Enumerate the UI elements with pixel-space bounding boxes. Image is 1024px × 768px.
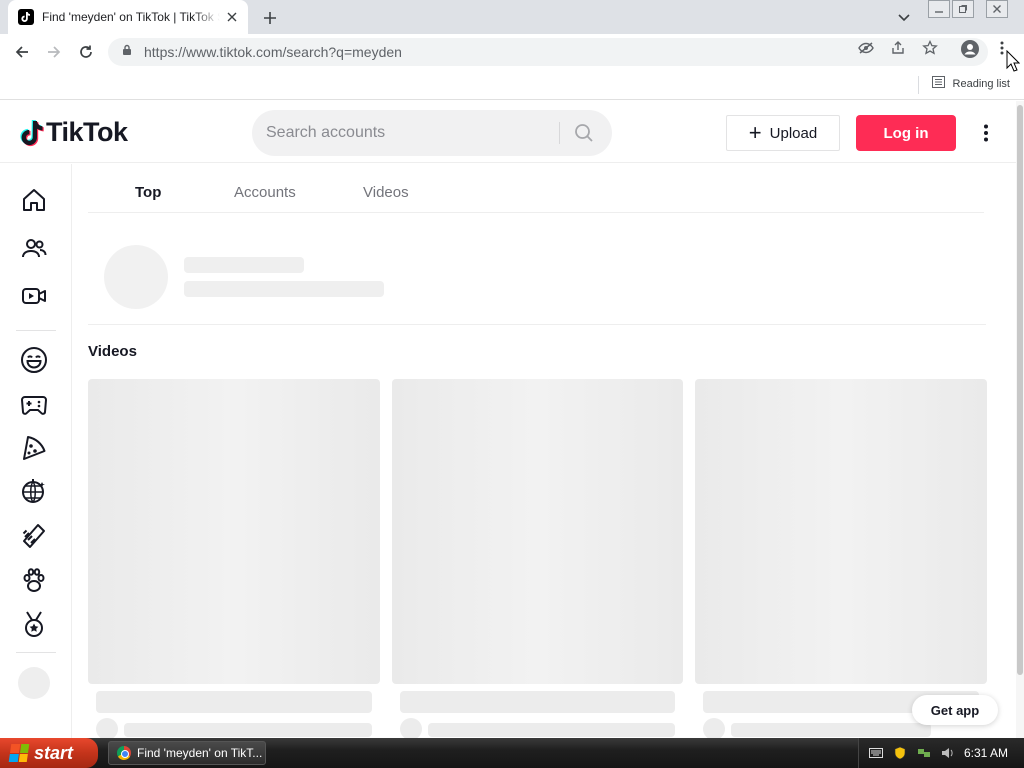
account-name-placeholder <box>184 257 304 273</box>
mouse-cursor-icon <box>1006 49 1021 72</box>
animals-icon[interactable] <box>18 564 50 596</box>
sidebar-divider <box>16 652 56 653</box>
scrollbar-thumb[interactable] <box>1017 105 1023 675</box>
back-button[interactable] <box>10 40 34 64</box>
taskbar-chrome-window[interactable]: Find 'meyden' on TikT... <box>108 741 266 765</box>
lock-icon[interactable] <box>122 43 132 61</box>
search-button[interactable] <box>572 121 596 145</box>
bookmarks-divider <box>918 76 919 94</box>
login-button[interactable]: Log in <box>856 115 956 151</box>
search-input[interactable] <box>266 124 546 142</box>
browser-tabstrip: Find 'meyden' on TikTok | TikTok Search <box>0 0 1024 34</box>
profile-avatar-icon[interactable] <box>960 39 980 59</box>
windows-logo-icon <box>8 744 30 762</box>
sidebar <box>0 164 72 738</box>
close-tab-icon[interactable] <box>224 9 240 25</box>
video-author-placeholder <box>731 723 931 737</box>
video-caption-placeholder <box>96 691 372 713</box>
search-divider <box>559 122 560 144</box>
videos-heading: Videos <box>88 343 137 360</box>
home-icon[interactable] <box>18 184 50 216</box>
video-author-avatar-placeholder <box>96 718 118 738</box>
reload-button[interactable] <box>74 40 98 64</box>
network-icon[interactable] <box>917 746 931 760</box>
search-icon <box>575 124 593 142</box>
video-card-placeholder[interactable] <box>695 379 987 684</box>
get-app-button[interactable]: Get app <box>912 695 998 725</box>
forward-button[interactable] <box>42 40 66 64</box>
video-author-avatar-placeholder <box>400 718 422 738</box>
plus-icon: + <box>748 120 762 145</box>
bookmarks-bar: Reading list <box>0 70 1024 100</box>
tiktok-page: TikTok + Upload Log in <box>0 101 1024 738</box>
clock: 6:31 AM <box>963 746 1008 760</box>
bookmark-star-icon[interactable] <box>922 40 938 56</box>
new-tab-button[interactable] <box>258 6 282 30</box>
video-author-placeholder <box>124 723 372 737</box>
video-author-avatar-placeholder <box>703 718 725 738</box>
start-label: start <box>34 742 74 763</box>
video-card-placeholder[interactable] <box>392 379 683 684</box>
video-author-placeholder <box>428 723 675 737</box>
tab-videos[interactable]: Videos <box>363 184 409 201</box>
tiktok-favicon-icon <box>18 9 34 25</box>
url-text: https://www.tiktok.com/search?q=meyden <box>144 44 402 60</box>
search-tabs: Top Accounts Videos <box>88 164 984 213</box>
upload-label: Upload <box>769 124 818 142</box>
start-button[interactable]: start <box>0 738 98 768</box>
taskbar-window-label: Find 'meyden' on TikT... <box>137 746 263 760</box>
reading-list-button[interactable]: Reading list <box>931 76 1010 91</box>
tab-search-chevron-icon[interactable] <box>894 8 914 28</box>
upload-button[interactable]: + Upload <box>726 115 840 151</box>
security-shield-icon[interactable] <box>893 746 907 760</box>
dance-icon[interactable] <box>18 476 50 508</box>
section-divider <box>88 324 986 325</box>
account-avatar-placeholder <box>104 245 168 309</box>
tab-top[interactable]: Top <box>135 184 161 201</box>
restore-window-button[interactable] <box>952 0 974 18</box>
logo-text: TikTok <box>46 117 128 147</box>
taskbar: start Find 'meyden' on TikT... 6:31 AM <box>0 738 1024 768</box>
comedy-icon[interactable] <box>18 344 50 376</box>
reading-list-icon <box>931 76 945 91</box>
tiktok-note-icon <box>20 119 44 146</box>
page-scrollbar[interactable] <box>1016 101 1024 738</box>
sports-icon[interactable] <box>18 608 50 640</box>
browser-tab[interactable]: Find 'meyden' on TikTok | TikTok Search <box>8 0 248 34</box>
video-card-placeholder[interactable] <box>88 379 380 684</box>
browser-toolbar: https://www.tiktok.com/search?q=meyden <box>0 34 1024 70</box>
share-icon[interactable] <box>890 40 906 56</box>
search-bar <box>252 110 612 156</box>
site-header: TikTok + Upload Log in <box>0 101 1016 163</box>
live-icon[interactable] <box>18 280 50 312</box>
system-tray: 6:31 AM <box>858 738 1024 768</box>
address-bar[interactable]: https://www.tiktok.com/search?q=meyden <box>108 38 988 66</box>
food-icon[interactable] <box>18 432 50 464</box>
sidebar-avatar-placeholder <box>18 667 50 699</box>
beauty-icon[interactable] <box>18 520 50 552</box>
account-desc-placeholder <box>184 281 384 297</box>
volume-icon[interactable] <box>941 746 955 760</box>
chrome-icon <box>117 746 131 760</box>
following-icon[interactable] <box>18 232 50 264</box>
more-options-icon[interactable] <box>976 121 996 145</box>
tiktok-logo[interactable]: TikTok <box>20 117 128 148</box>
tab-title: Find 'meyden' on TikTok | TikTok Search <box>42 10 220 24</box>
reading-list-label: Reading list <box>952 77 1010 90</box>
tracking-blocked-eye-icon[interactable] <box>858 40 874 56</box>
tab-accounts[interactable]: Accounts <box>234 184 296 201</box>
minimize-window-button[interactable] <box>928 0 950 18</box>
video-caption-placeholder <box>400 691 675 713</box>
gaming-icon[interactable] <box>18 388 50 420</box>
close-window-button[interactable] <box>986 0 1008 18</box>
sidebar-divider <box>16 330 56 331</box>
keyboard-icon[interactable] <box>869 746 883 760</box>
